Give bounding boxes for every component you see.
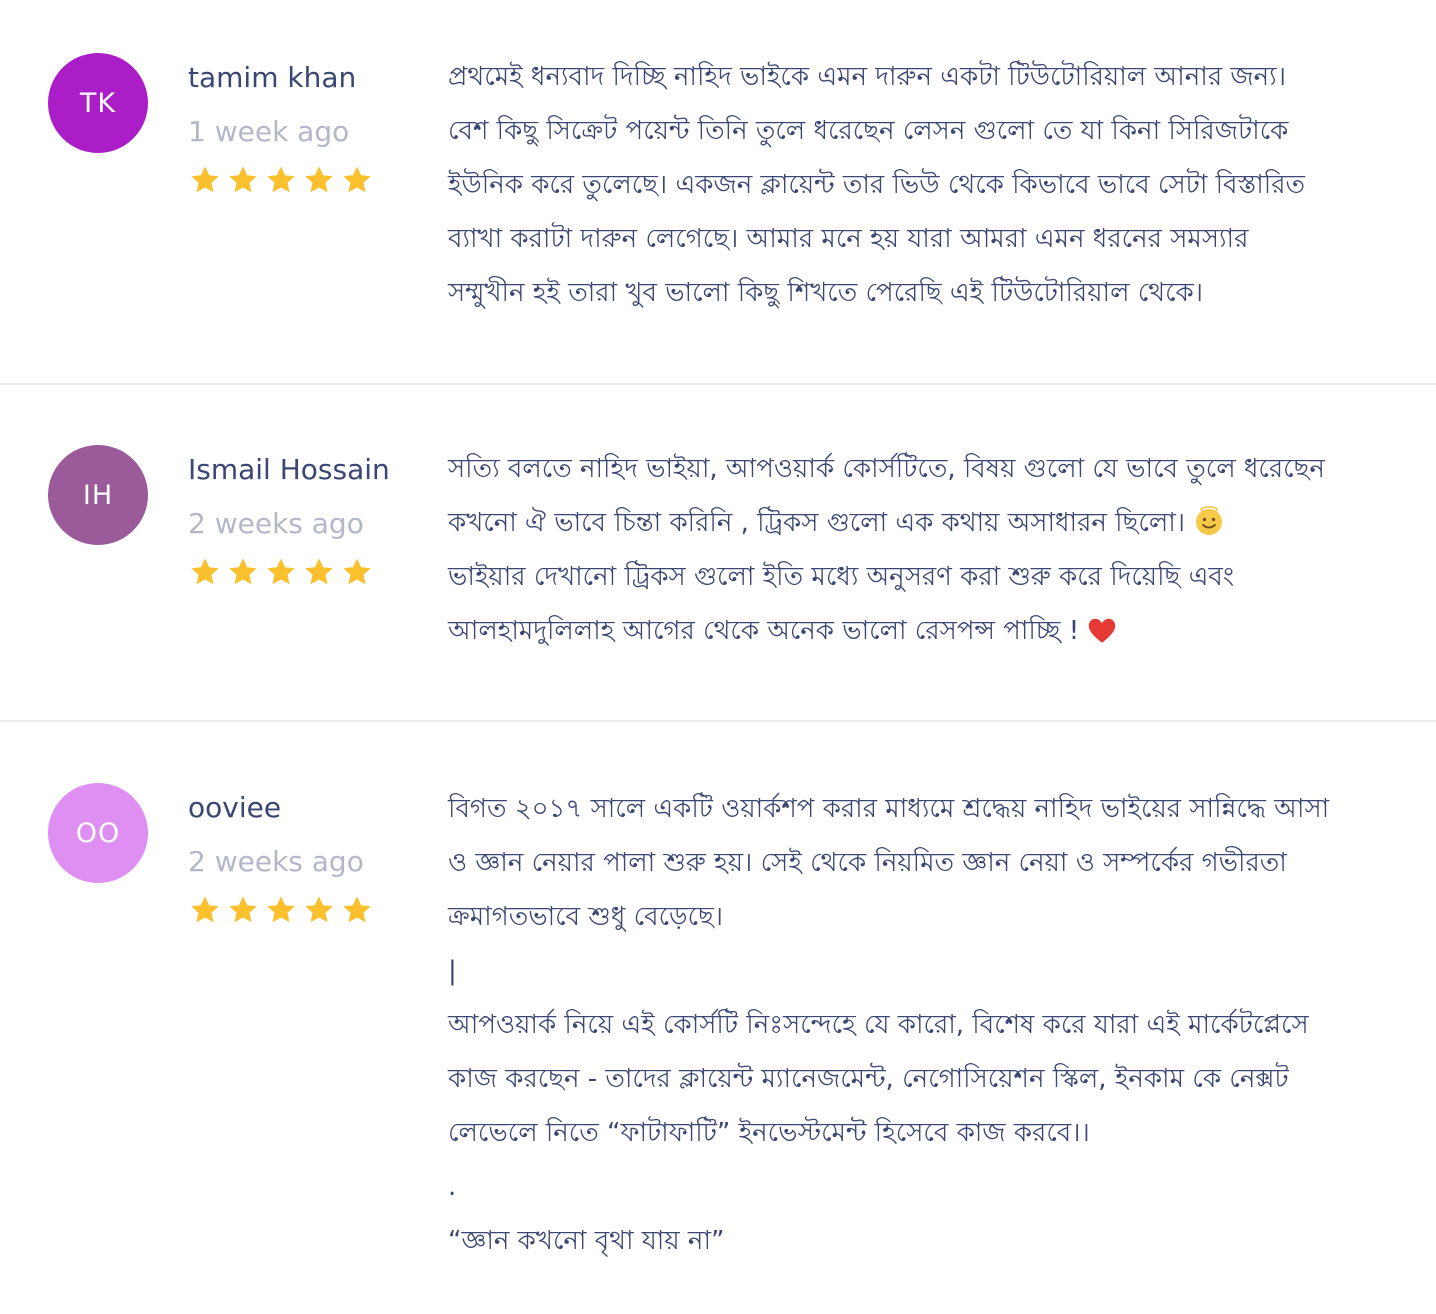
review-line: ও জ্ঞান নেয়ার পালা শুরু হয়। সেই থেকে ন… xyxy=(448,848,1287,878)
star-icon xyxy=(264,164,298,196)
review-time: 1 week ago xyxy=(188,115,350,148)
review-text: প্রথমেই ধন্যবাদ দিচ্ছি নাহিদ ভাইকে এমন দ… xyxy=(448,50,1398,320)
star-icon xyxy=(188,164,222,196)
star-icon xyxy=(340,894,374,926)
review-line: সত্যি বলতে নাহিদ ভাইয়া, আপওয়ার্ক কোর্স… xyxy=(448,454,1325,484)
avatar: TK xyxy=(48,53,148,153)
review-line: ইউনিক করে তুলেছে। একজন ক্লায়েন্ট তার ভি… xyxy=(448,170,1306,200)
star-icon xyxy=(340,556,374,588)
star-icon xyxy=(188,556,222,588)
review-line: সম্মুখীন হই তারা খুব ভালো কিছু শিখতে পের… xyxy=(448,278,1204,308)
author-name: tamim khan xyxy=(188,61,357,94)
review-meta: Ismail Hossain 2 weeks ago xyxy=(188,450,418,588)
review-line: ব্যাখা করাটা দারুন লেগেছে। আমার মনে হয় … xyxy=(448,224,1249,254)
review-line: বেশ কিছু সিক্রেট পয়েন্ট তিনি তুলে ধরেছে… xyxy=(448,116,1289,146)
review-line: বিগত ২০১৭ সালে একটি ওয়ার্কশপ করার মাধ্য… xyxy=(448,794,1330,824)
review-line: | xyxy=(448,956,457,986)
star-icon xyxy=(226,556,260,588)
review-card: IH Ismail Hossain 2 weeks ago সত্যি বলতে… xyxy=(0,385,1436,722)
star-icon xyxy=(340,164,374,196)
author-name: ooviee xyxy=(188,791,282,824)
review-meta: tamim khan 1 week ago xyxy=(188,58,418,196)
star-icon xyxy=(302,894,336,926)
avatar: IH xyxy=(48,445,148,545)
review-line: “জ্ঞান কখনো বৃথা যায় না” xyxy=(448,1226,725,1256)
review-line: . xyxy=(448,1172,457,1202)
star-icon xyxy=(226,894,260,926)
star-rating xyxy=(188,164,418,196)
avatar: OO xyxy=(48,783,148,883)
review-line: ক্রমাগতভাবে শুধু বেড়েছে। xyxy=(448,902,724,932)
star-icon xyxy=(264,556,298,588)
review-line: প্রথমেই ধন্যবাদ দিচ্ছি নাহিদ ভাইকে এমন দ… xyxy=(448,62,1286,92)
smiling-face-icon xyxy=(1193,502,1225,535)
star-icon xyxy=(226,164,260,196)
heart-icon xyxy=(1085,612,1119,646)
review-card: TK tamim khan 1 week ago প্রথমেই ধন্যবাদ… xyxy=(0,0,1436,385)
star-rating xyxy=(188,894,418,926)
review-line-text: কখনো ঐ ভাবে চিন্তা করিনি , ট্রিকস গুলো এ… xyxy=(448,508,1186,538)
review-line: আলহামদুলিলাহ আগের থেকে অনেক ভালো রেসপন্স… xyxy=(448,604,1398,658)
review-line: কখনো ঐ ভাবে চিন্তা করিনি , ট্রিকস গুলো এ… xyxy=(448,496,1398,550)
star-icon xyxy=(302,556,336,588)
review-text: সত্যি বলতে নাহিদ ভাইয়া, আপওয়ার্ক কোর্স… xyxy=(448,442,1398,658)
review-line: লেভেলে নিতে “ফাটাফাটি” ইনভেস্টমেন্ট হিসে… xyxy=(448,1118,1090,1148)
star-rating xyxy=(188,556,418,588)
review-meta: ooviee 2 weeks ago xyxy=(188,788,418,926)
review-line: আপওয়ার্ক নিয়ে এই কোর্সটি নিঃসন্দেহে যে… xyxy=(448,1010,1309,1040)
review-line: ভাইয়ার দেখানো ট্রিকস গুলো ইতি মধ্যে অনু… xyxy=(448,562,1235,592)
review-line: কাজ করছেন - তাদের ক্লায়েন্ট ম্যানেজমেন্… xyxy=(448,1064,1289,1094)
review-line-text: আলহামদুলিলাহ আগের থেকে অনেক ভালো রেসপন্স… xyxy=(448,616,1080,646)
review-text: বিগত ২০১৭ সালে একটি ওয়ার্কশপ করার মাধ্য… xyxy=(448,782,1398,1268)
author-name: Ismail Hossain xyxy=(188,453,390,486)
review-time: 2 weeks ago xyxy=(188,845,364,878)
review-card: OO ooviee 2 weeks ago বিগত ২০১৭ সালে একট… xyxy=(0,722,1436,1314)
star-icon xyxy=(302,164,336,196)
star-icon xyxy=(188,894,222,926)
review-time: 2 weeks ago xyxy=(188,507,364,540)
star-icon xyxy=(264,894,298,926)
